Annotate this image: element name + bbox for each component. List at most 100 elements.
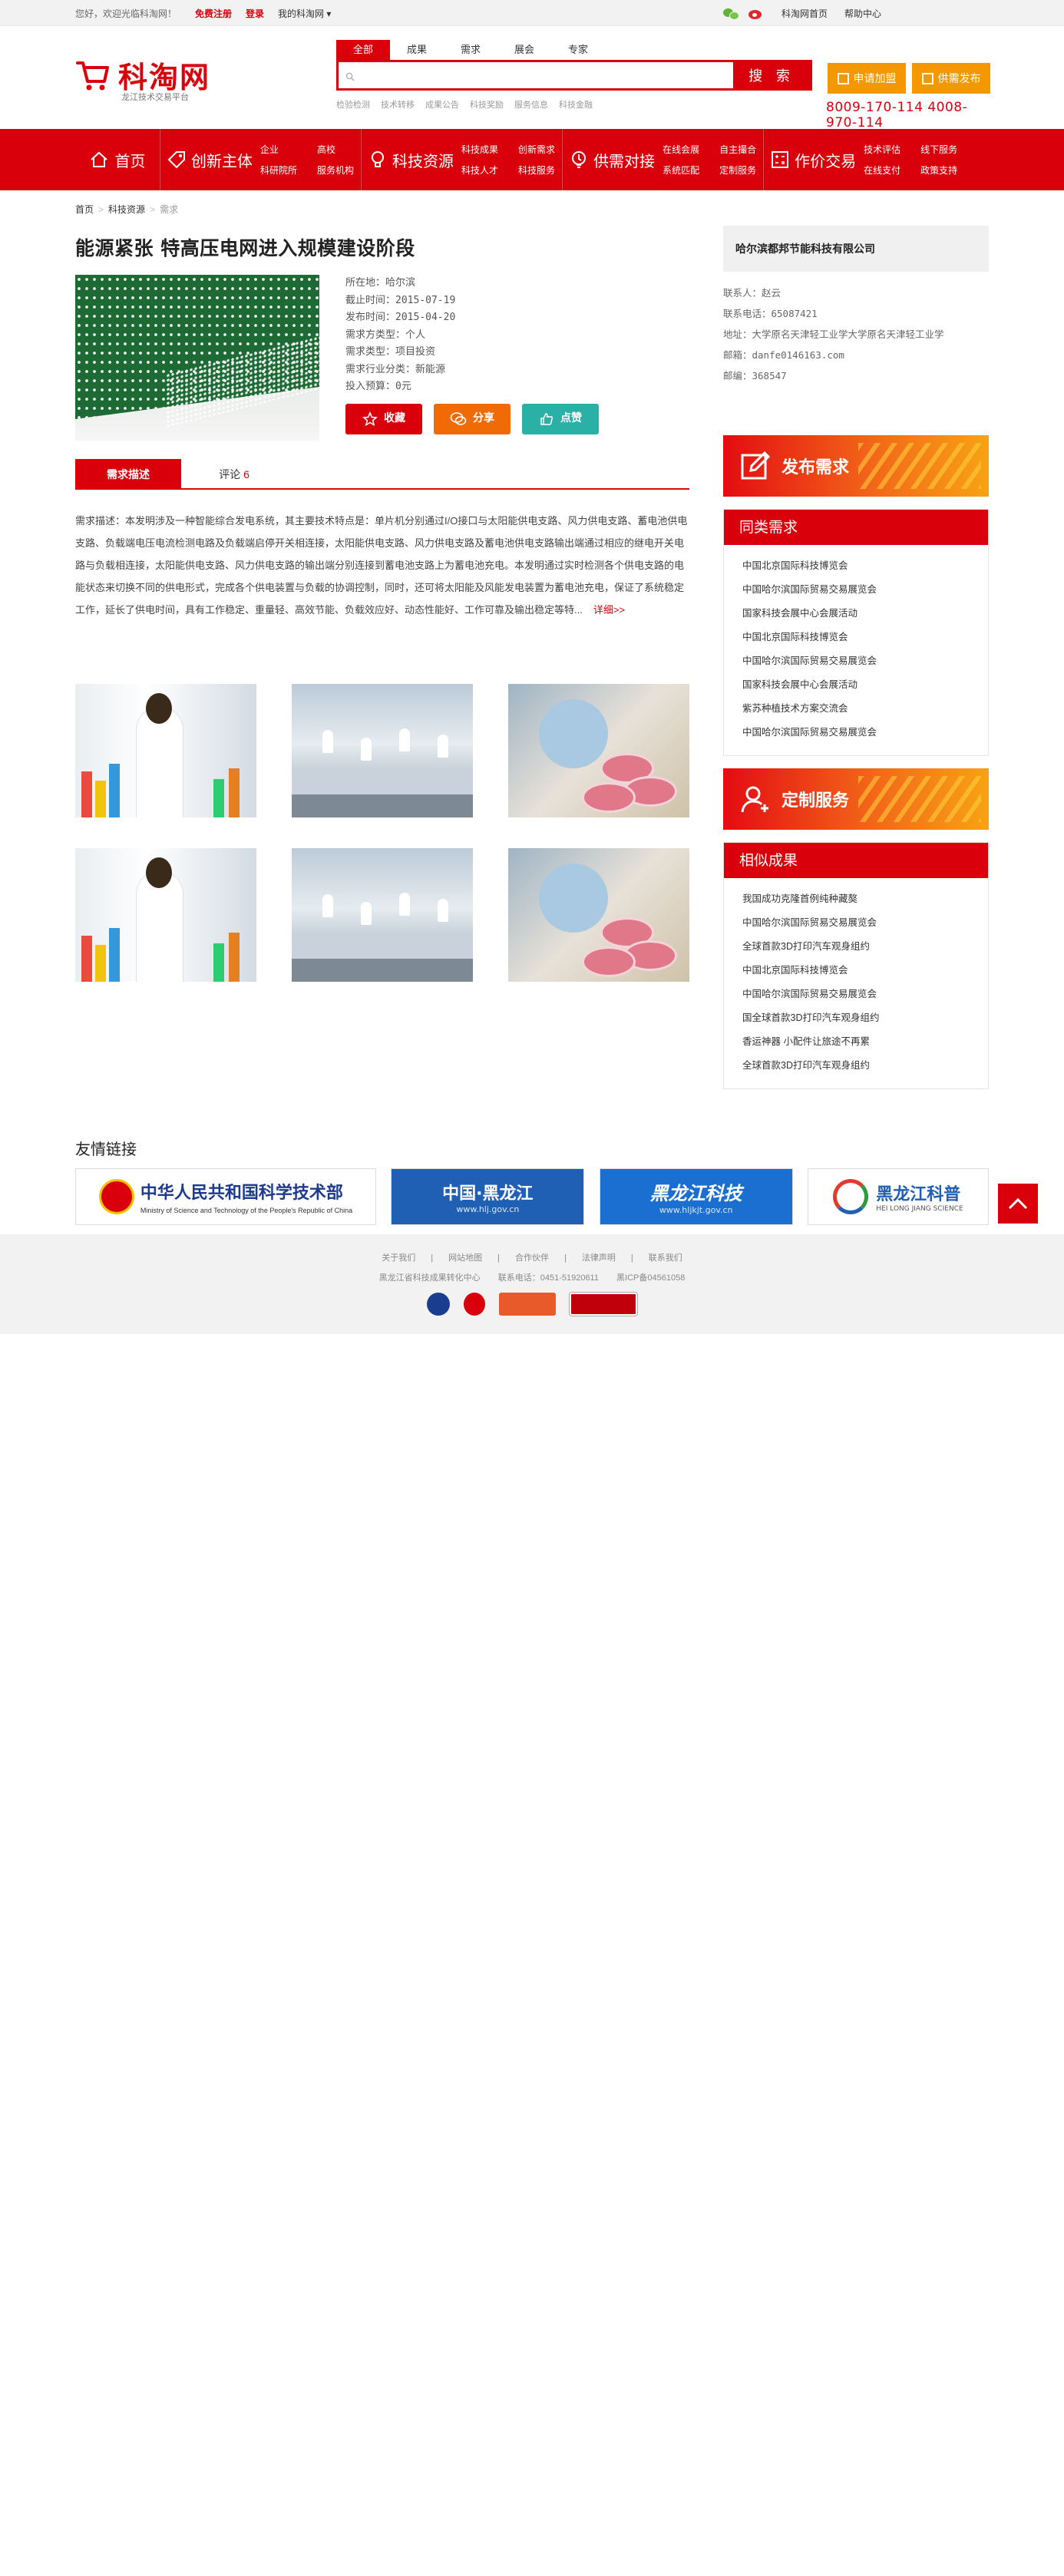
hot-keyword[interactable]: 服务信息 xyxy=(514,98,548,111)
register-link[interactable]: 免费注册 xyxy=(195,7,232,20)
nav-group-title[interactable]: 科技资源 xyxy=(368,149,454,171)
breadcrumb-resources[interactable]: 科技资源 xyxy=(108,204,145,215)
search-tab-all[interactable]: 全部 xyxy=(336,40,390,60)
nav-link[interactable]: 在线支付 xyxy=(864,163,900,177)
hotline: 8009-170-114 4008-970-114 xyxy=(826,100,968,130)
list-item[interactable]: 我国成功克隆首例纯种藏獒 xyxy=(742,887,988,911)
nav-link[interactable]: 定制服务 xyxy=(719,163,756,177)
nav-link[interactable]: 服务机构 xyxy=(317,163,354,177)
gallery-image-lab-room[interactable] xyxy=(292,684,473,817)
help-link[interactable]: 帮助中心 xyxy=(844,7,881,20)
custom-service-banner[interactable]: 定制服务 xyxy=(723,768,989,830)
nav-link[interactable]: 政策支持 xyxy=(920,163,957,177)
gallery-image-petri-dish[interactable] xyxy=(508,848,689,982)
login-link[interactable]: 登录 xyxy=(246,7,264,20)
demand-description: 需求描述：本发明涉及一种智能综合发电系统，其主要技术特点是：单片机分别通过I/O… xyxy=(75,510,689,621)
nav-link[interactable]: 科研院所 xyxy=(260,163,297,177)
nav-link[interactable]: 技术评估 xyxy=(864,143,900,156)
list-item[interactable]: 中国北京国际科技博览会 xyxy=(742,554,988,578)
list-item[interactable]: 全球首款3D打印汽车观身组约 xyxy=(742,935,988,959)
favorite-button[interactable]: 收藏 xyxy=(345,403,422,434)
list-item[interactable]: 中国哈尔滨国际贸易交易展览会 xyxy=(742,911,988,935)
nav-link[interactable]: 系统匹配 xyxy=(663,163,699,177)
nav-link[interactable]: 高校 xyxy=(317,143,354,156)
list-item[interactable]: 中国北京国际科技博览会 xyxy=(742,626,988,649)
logo[interactable]: 科淘网 龙江技术交易平台 xyxy=(75,52,244,102)
meta-budget: 投入预算：0元 xyxy=(345,381,411,392)
hot-keyword[interactable]: 科技奖励 xyxy=(470,98,504,111)
nav-link[interactable]: 科技服务 xyxy=(518,163,555,177)
search-tab-exhibition[interactable]: 展会 xyxy=(497,40,551,60)
hot-keyword[interactable]: 检验检测 xyxy=(336,98,370,111)
list-item[interactable]: 中国北京国际科技博览会 xyxy=(742,959,988,983)
hot-keyword[interactable]: 技术转移 xyxy=(381,98,415,111)
gallery-image-petri-dish[interactable] xyxy=(508,684,689,817)
weibo-icon[interactable] xyxy=(748,6,765,20)
link-hlj-tech[interactable]: 黑龙江科技 www.hljkjt.gov.cn xyxy=(599,1168,793,1225)
list-item[interactable]: 国全球首款3D打印汽车观身组约 xyxy=(742,1006,988,1030)
company-name[interactable]: 哈尔滨都邦节能科技有限公司 xyxy=(723,226,989,272)
link-hlj-science[interactable]: 黑龙江科普 HEI LONG JIANG SCIENCE xyxy=(807,1168,989,1225)
list-item[interactable]: 国家科技会展中心会展活动 xyxy=(742,673,988,697)
footer-link[interactable]: 法律声明 xyxy=(582,1253,616,1263)
trusted-site-badge-icon[interactable] xyxy=(499,1293,556,1316)
publish-demand-banner[interactable]: 发布需求 xyxy=(723,435,989,497)
hot-keyword[interactable]: 科技金融 xyxy=(559,98,593,111)
list-item[interactable]: 中国哈尔滨国际贸易交易展览会 xyxy=(742,983,988,1006)
search-tab-results[interactable]: 成果 xyxy=(390,40,444,60)
footer-link[interactable]: 合作伙伴 xyxy=(515,1253,549,1263)
nav-link[interactable]: 自主撮合 xyxy=(719,143,756,156)
back-to-top-button[interactable] xyxy=(998,1184,1038,1224)
link-hlj-gov[interactable]: 中国·黑龙江 www.hlj.gov.cn xyxy=(391,1168,585,1225)
list-item[interactable]: 紫苏种植技术方案交流会 xyxy=(742,697,988,721)
like-button[interactable]: 点赞 xyxy=(522,403,599,434)
nav-home[interactable]: 首页 xyxy=(75,129,160,190)
tab-comments[interactable]: 评论 6 xyxy=(181,459,287,488)
footer-link[interactable]: 关于我们 xyxy=(382,1253,415,1263)
tab-description[interactable]: 需求描述 xyxy=(75,459,181,488)
nav-group-title[interactable]: 供需对接 xyxy=(569,149,655,171)
list-item[interactable]: 全球首款3D打印汽车观身组约 xyxy=(742,1054,988,1078)
share-button[interactable]: 分享 xyxy=(434,403,511,434)
nav-group-title[interactable]: 创新主体 xyxy=(167,149,253,171)
breadcrumb-home[interactable]: 首页 xyxy=(75,204,94,215)
gallery-image-lab-researcher[interactable] xyxy=(75,848,256,982)
link-most[interactable]: 中华人民共和国科学技术部 Ministry of Science and Tech… xyxy=(75,1168,376,1225)
list-item[interactable]: 中国哈尔滨国际贸易交易展览会 xyxy=(742,578,988,602)
gallery-image-lab-room[interactable] xyxy=(292,848,473,982)
search-input[interactable] xyxy=(339,62,733,88)
police-badge-icon[interactable] xyxy=(427,1293,450,1316)
join-button[interactable]: 申请加盟 xyxy=(828,63,906,94)
nav-link[interactable]: 企业 xyxy=(260,143,297,156)
record-badge-icon[interactable] xyxy=(570,1293,637,1316)
science-logo-icon xyxy=(833,1179,869,1214)
list-item[interactable]: 国家科技会展中心会展活动 xyxy=(742,602,988,626)
logo-slogan: 龙江技术交易平台 xyxy=(121,93,189,102)
list-item[interactable]: 香运神器 小配件让旅途不再累 xyxy=(742,1030,988,1054)
more-link[interactable]: 详细>> xyxy=(593,604,625,616)
publish-button[interactable]: 供需发布 xyxy=(912,63,990,94)
nav-link[interactable]: 科技人才 xyxy=(461,163,498,177)
nav-link[interactable]: 线下服务 xyxy=(920,143,957,156)
search-button[interactable]: 搜 索 xyxy=(733,62,810,88)
hot-keyword[interactable]: 成果公告 xyxy=(425,98,459,111)
nav-link[interactable]: 创新需求 xyxy=(518,143,555,156)
home-link[interactable]: 科淘网首页 xyxy=(781,7,828,20)
wechat-icon[interactable] xyxy=(723,6,740,20)
similar-results-title: 相似成果 xyxy=(724,843,988,878)
company-contact: 联系人：赵云 联系电话：65087421 地址：大学原名天津轻工业学大学原名天津… xyxy=(723,282,989,386)
nav-link[interactable]: 科技成果 xyxy=(461,143,498,156)
footer-link[interactable]: 联系我们 xyxy=(649,1253,682,1263)
nav-link[interactable]: 在线会展 xyxy=(663,143,699,156)
search-tab-demand[interactable]: 需求 xyxy=(444,40,497,60)
nav-links: 在线会展 自主撮合 系统匹配 定制服务 xyxy=(663,143,756,177)
gov-badge-icon[interactable] xyxy=(464,1293,485,1316)
search-tab-expert[interactable]: 专家 xyxy=(551,40,605,60)
my-account-menu[interactable]: 我的科淘网 ▾ xyxy=(278,7,331,20)
gallery-image-lab-researcher[interactable] xyxy=(75,684,256,817)
list-item[interactable]: 中国哈尔滨国际贸易交易展览会 xyxy=(742,649,988,673)
footer-link[interactable]: 网站地图 xyxy=(448,1253,482,1263)
list-item[interactable]: 中国哈尔滨国际贸易交易展览会 xyxy=(742,721,988,745)
meta-demand-type: 需求类型：项目投资 xyxy=(345,346,436,358)
nav-group-title[interactable]: 作价交易 xyxy=(770,149,856,171)
